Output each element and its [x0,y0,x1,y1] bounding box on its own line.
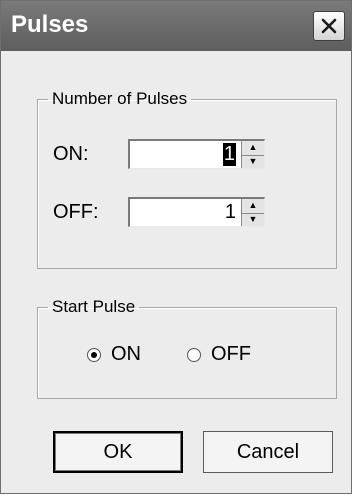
start-pulse-on-label: ON [111,343,141,365]
spin-up-arrow-icon: ▲ [248,142,258,153]
close-icon [321,18,337,34]
cancel-button[interactable]: Cancel [203,431,333,473]
dialog-title: Pulses [11,11,89,38]
off-pulses-value[interactable]: 1 [225,201,236,224]
pulses-dialog: Pulses Number of Pulses ON: 1 ▲ ▼ OFF: 1… [0,0,352,494]
close-button[interactable] [313,11,345,41]
on-pulses-increment-button[interactable]: ▲ [242,141,264,156]
start-pulse-off-label: OFF [211,343,251,365]
spin-down-arrow-icon: ▼ [248,213,258,224]
off-pulses-label: OFF: [53,201,99,223]
on-pulses-spinner: ▲ ▼ [241,141,264,168]
dialog-content: Number of Pulses ON: 1 ▲ ▼ OFF: 1 ▲ ▼ St… [1,51,351,495]
spin-down-arrow-icon: ▼ [248,155,258,166]
on-pulses-decrement-button[interactable]: ▼ [242,155,264,169]
number-of-pulses-group: Number of Pulses [37,89,337,269]
off-pulses-increment-button[interactable]: ▲ [242,199,264,214]
on-pulses-value[interactable]: 1 [222,143,236,166]
off-pulses-spinbox[interactable]: 1 ▲ ▼ [128,197,265,227]
start-pulse-off-radio[interactable]: OFF [187,343,251,366]
on-pulses-spinbox[interactable]: 1 ▲ ▼ [128,139,265,169]
start-pulse-label: Start Pulse [52,297,136,316]
off-pulses-decrement-button[interactable]: ▼ [242,213,264,227]
spin-up-arrow-icon: ▲ [248,200,258,211]
start-pulse-on-radio[interactable]: ON [87,343,141,366]
radio-unchecked-icon[interactable] [187,347,201,362]
off-pulses-spinner: ▲ ▼ [241,199,264,226]
title-bar: Pulses [1,1,351,51]
ok-button[interactable]: OK [53,431,183,473]
on-pulses-label: ON: [53,143,89,165]
radio-checked-icon[interactable] [87,347,101,362]
number-of-pulses-label: Number of Pulses [52,89,188,108]
